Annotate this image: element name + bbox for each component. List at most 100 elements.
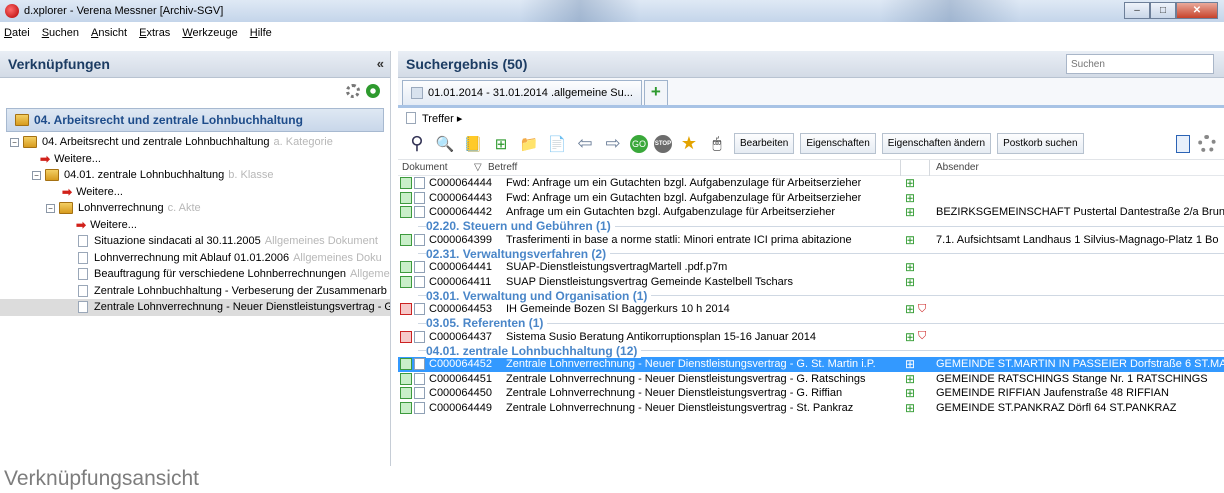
tree-node-document-selected[interactable]: Zentrale Lohnverrechnung - Neuer Dienstl… xyxy=(0,299,390,316)
properties-button[interactable]: Eigenschaften xyxy=(800,133,876,154)
tree-node-document[interactable]: Lohnverrechnung mit Ablauf 01.01.2006 Al… xyxy=(0,250,390,267)
row-id: C000064399 xyxy=(429,233,493,246)
collapse-toggle-icon[interactable]: − xyxy=(32,170,41,180)
menu-datei[interactable]: Datei xyxy=(4,27,30,39)
document-view-icon[interactable] xyxy=(1176,135,1190,153)
search-icon[interactable]: ⚲ xyxy=(406,133,428,155)
menu-extras[interactable]: Extras xyxy=(139,27,170,39)
row-subject: IH Gemeinde Bozen SI Baggerkurs 10 h 201… xyxy=(506,303,730,316)
search-tab-icon xyxy=(411,87,423,99)
row-subject: Fwd: Anfrage um ein Gutachten bzgl. Aufg… xyxy=(506,177,862,190)
group-header[interactable]: 03.05. Referenten (1) xyxy=(398,316,1224,330)
mouse-icon[interactable]: 🖱 xyxy=(706,133,728,155)
search-refine-icon[interactable]: 🔍 xyxy=(434,133,456,155)
link-icon: ⊞ xyxy=(905,357,916,372)
collapse-toggle-icon[interactable]: − xyxy=(46,203,55,213)
network-icon xyxy=(400,233,412,246)
network-icon xyxy=(400,358,412,371)
forward-arrow-icon[interactable]: ⇨ xyxy=(602,133,624,155)
menu-hilfe[interactable]: Hilfe xyxy=(250,27,272,39)
group-header[interactable]: 03.01. Verwaltung und Organisation (1) xyxy=(398,288,1224,303)
view-caption: Verknüpfungsansicht xyxy=(4,467,199,490)
settings-gear-icon[interactable] xyxy=(1198,135,1216,153)
column-dokument[interactable]: Dokument xyxy=(402,162,448,173)
search-mailbox-button[interactable]: Postkorb suchen xyxy=(997,133,1084,154)
menu-werkzeuge[interactable]: Werkzeuge xyxy=(182,27,237,39)
table-row[interactable]: C000064450 Zentrale Lohnverrechnung - Ne… xyxy=(398,386,1224,401)
row-id: C000064450 xyxy=(429,387,493,400)
tab-search-result[interactable]: 01.01.2014 - 31.01.2014 .allgemeine Su..… xyxy=(402,80,642,105)
folder-icon xyxy=(15,114,29,126)
collapse-panel-button[interactable]: « xyxy=(377,56,384,71)
back-arrow-icon[interactable]: ⇦ xyxy=(574,133,596,155)
table-row[interactable]: C000064444 Fwd: Anfrage um ein Gutachten… xyxy=(398,176,1224,191)
collapse-toggle-icon[interactable]: − xyxy=(10,137,19,147)
edit-properties-button[interactable]: Eigenschaften ändern xyxy=(881,133,992,154)
go-icon[interactable]: GO xyxy=(630,134,648,153)
row-subject: Fwd: Anfrage um ein Gutachten bzgl. Aufg… xyxy=(506,191,862,204)
document-icon xyxy=(414,372,425,385)
table-row[interactable]: C000064411 SUAP Dienstleistungsvertrag G… xyxy=(398,275,1224,290)
folder-open-icon[interactable]: 📒 xyxy=(462,133,484,155)
pdf-icon: ⛉ xyxy=(918,330,927,343)
new-document-icon[interactable]: 📄 xyxy=(546,133,568,155)
tree-node-document[interactable]: Zentrale Lohnbuchhaltung - Verbeserung d… xyxy=(0,283,390,300)
document-icon xyxy=(78,268,88,281)
close-button[interactable]: ✕ xyxy=(1176,2,1218,19)
group-header[interactable]: 02.20. Steuern und Gebühren (1) xyxy=(398,219,1224,233)
group-label: 03.05. Referenten (1) xyxy=(426,316,548,330)
edit-button[interactable]: Bearbeiten xyxy=(734,133,795,154)
group-label: 04.01. zentrale Lohnbuchhaltung (12) xyxy=(426,343,642,358)
tree-node-file[interactable]: − Lohnverrechnung c. Akte xyxy=(0,200,390,217)
table-row[interactable]: C000064453 IH Gemeinde Bozen SI Baggerku… xyxy=(398,302,1224,317)
hits-breadcrumb[interactable]: Treffer ▸ xyxy=(398,108,1224,128)
breadcrumb[interactable]: 04. Arbeitsrecht und zentrale Lohnbuchha… xyxy=(6,108,384,132)
table-row[interactable]: C000064399 Trasferimenti in base a norme… xyxy=(398,233,1224,248)
tree-node-document[interactable]: Beauftragung für verschiedene Lohnberrec… xyxy=(0,266,390,283)
table-row[interactable]: C000064449 Zentrale Lohnverrechnung - Ne… xyxy=(398,401,1224,416)
folder-dropdown-icon[interactable]: 📁 xyxy=(518,133,540,155)
network-icon[interactable]: ⊞ xyxy=(490,133,512,155)
tree-node-type: Allgeme xyxy=(349,268,390,281)
table-row[interactable]: C000064437 Sistema Susio Beratung Antiko… xyxy=(398,330,1224,345)
table-row[interactable]: C000064451 Zentrale Lohnverrechnung - Ne… xyxy=(398,372,1224,387)
maximize-button[interactable]: □ xyxy=(1150,2,1176,19)
table-row[interactable]: C000064443 Fwd: Anfrage um ein Gutachten… xyxy=(398,191,1224,206)
row-id: C000064451 xyxy=(429,372,493,385)
settings-gear-icon[interactable] xyxy=(346,84,360,98)
group-header[interactable]: 02.31. Verwaltungsverfahren (2) xyxy=(398,246,1224,261)
calendar-icon xyxy=(400,303,412,316)
table-row[interactable]: C000064442 Anfrage um ein Gutachten bzgl… xyxy=(398,205,1224,220)
tree-node-class[interactable]: − 04.01. zentrale Lohnbuchhaltung b. Kla… xyxy=(0,167,390,184)
menu-suchen[interactable]: Suchen xyxy=(42,27,79,39)
tree-node-more[interactable]: ➡ Weitere... xyxy=(0,217,390,234)
tree-node-document[interactable]: Situazione sindacati al 30.11.2005 Allge… xyxy=(0,233,390,250)
result-list: C000064444 Fwd: Anfrage um ein Gutachten… xyxy=(398,176,1224,415)
column-betreff[interactable]: Betreff xyxy=(488,162,517,173)
tree-node-category[interactable]: − 04. Arbeitsrecht und zentrale Lohnbuch… xyxy=(0,134,390,151)
group-header[interactable]: 04.01. zentrale Lohnbuchhaltung (12) xyxy=(398,343,1224,358)
search-input[interactable] xyxy=(1066,54,1214,74)
column-absender[interactable]: Absender xyxy=(936,162,979,173)
refresh-icon[interactable] xyxy=(366,84,380,98)
tree-node-label: 04.01. zentrale Lohnbuchhaltung xyxy=(64,169,225,182)
document-icon xyxy=(414,387,425,400)
link-icon: ⊞ xyxy=(905,190,916,205)
star-icon[interactable]: ★ xyxy=(678,133,700,155)
email-document-icon xyxy=(414,177,425,190)
minimize-button[interactable]: – xyxy=(1124,2,1150,19)
sort-down-icon[interactable]: ▽ xyxy=(474,162,482,173)
tree-node-type: Allgemeines Doku xyxy=(293,251,382,264)
add-tab-button[interactable]: + xyxy=(643,80,668,105)
menu-ansicht[interactable]: Ansicht xyxy=(91,27,127,39)
tree-node-label: Zentrale Lohnverrechnung - Neuer Dienstl… xyxy=(94,301,390,314)
pdf-icon: ⛉ xyxy=(918,302,927,315)
result-toolbar: ⚲ 🔍 📒 ⊞ 📁 📄 ⇦ ⇨ GO STOP ★ 🖱 Bearbeiten E… xyxy=(398,128,1224,160)
stop-icon[interactable]: STOP xyxy=(654,134,672,153)
table-row[interactable]: C000064441 SUAP-DienstleistungsvertragMa… xyxy=(398,260,1224,275)
tree-node-more[interactable]: ➡ Weitere... xyxy=(0,184,390,201)
row-id: C000064411 xyxy=(429,275,492,288)
row-subject: Zentrale Lohnverrechnung - Neuer Dienstl… xyxy=(506,401,854,414)
table-row-selected[interactable]: C000064452 Zentrale Lohnverrechnung - Ne… xyxy=(398,357,1224,372)
tree-node-more[interactable]: ➡ Weitere... xyxy=(0,151,390,168)
